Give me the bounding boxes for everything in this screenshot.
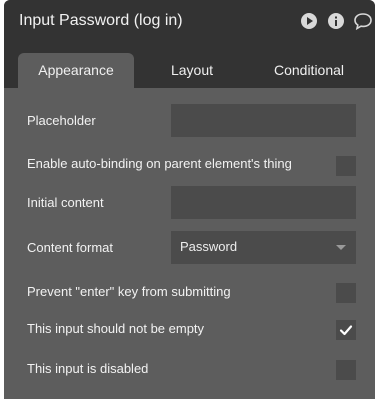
- tab-bar: Appearance Layout Conditional: [4, 45, 375, 88]
- tab-conditional[interactable]: Conditional: [254, 53, 364, 88]
- prevent-enter-label: Prevent "enter" key from submitting: [27, 284, 231, 299]
- chevron-down-icon: [336, 245, 346, 250]
- comment-icon[interactable]: [353, 12, 373, 31]
- placeholder-label: Placeholder: [27, 113, 96, 128]
- auto-binding-label: Enable auto-binding on parent element's …: [27, 156, 292, 171]
- content-format-select[interactable]: Password: [171, 231, 356, 264]
- info-icon[interactable]: [327, 12, 345, 30]
- not-empty-checkbox[interactable]: [336, 320, 356, 340]
- tab-appearance[interactable]: Appearance: [18, 53, 134, 88]
- disabled-checkbox[interactable]: [336, 360, 356, 380]
- initial-content-label: Initial content: [27, 195, 104, 210]
- panel-header: Input Password (log in): [4, 0, 375, 45]
- property-editor-panel: Input Password (log in) Appearance Layou…: [4, 0, 375, 399]
- auto-binding-checkbox[interactable]: [336, 156, 356, 176]
- initial-content-input[interactable]: [171, 186, 356, 219]
- disabled-label: This input is disabled: [27, 361, 149, 376]
- panel-title: Input Password (log in): [19, 12, 183, 29]
- play-icon[interactable]: [300, 12, 318, 30]
- tab-layout[interactable]: Layout: [144, 53, 240, 88]
- prevent-enter-checkbox[interactable]: [336, 283, 356, 303]
- not-empty-label: This input should not be empty: [27, 321, 205, 336]
- placeholder-input[interactable]: [171, 104, 356, 137]
- checkmark-icon: [339, 325, 353, 336]
- content-format-label: Content format: [27, 240, 113, 255]
- content-format-value: Password: [180, 239, 238, 254]
